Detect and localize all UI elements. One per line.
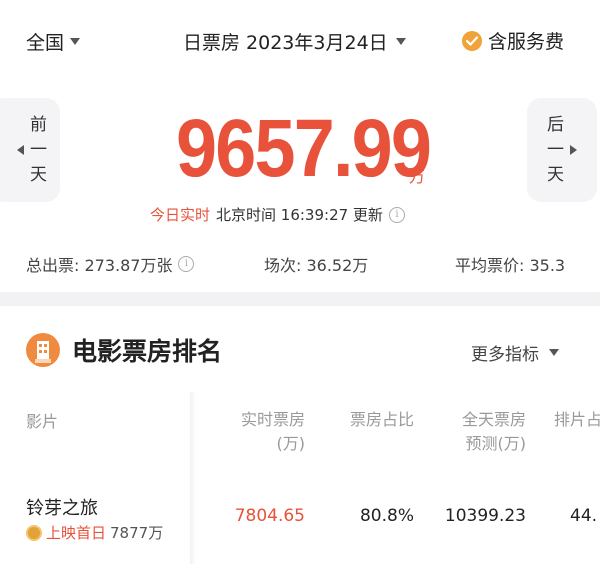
stat-shows: 场次: 36.52万: [264, 256, 369, 275]
info-icon[interactable]: i: [178, 256, 195, 272]
region-selector[interactable]: 全国: [26, 28, 81, 55]
section-divider: [0, 292, 600, 306]
stat-tickets: 总出票: 273.87万张 i: [26, 252, 195, 276]
col-forecast[interactable]: 全天票房 预测(万): [440, 408, 526, 456]
service-fee-toggle[interactable]: 含服务费: [462, 27, 564, 54]
prev-day-label: 前 一 天: [30, 114, 47, 185]
prev-day-button[interactable]: 前 一 天: [0, 98, 60, 202]
cell-forecast: 10399.23: [444, 506, 526, 526]
col-film: 影片: [26, 412, 59, 431]
film-name: 铃芽之旅: [26, 498, 98, 519]
region-dropdown-icon: [70, 38, 81, 45]
total-box-office: 9657.99: [176, 103, 432, 194]
stats-row: 总出票: 273.87万张 i 场次: 36.52万 平均票价: 35.3: [0, 252, 600, 276]
next-day-button[interactable]: 后 一 天: [527, 98, 597, 202]
info-icon[interactable]: i: [388, 206, 405, 223]
update-time: 北京时间 16:39:27 更新: [216, 206, 383, 224]
ranking-title: 电影票房排名: [72, 337, 223, 366]
update-line: 今日实时 北京时间 16:39:27 更新 i: [150, 204, 405, 225]
chevron-down-icon: [549, 349, 559, 356]
more-metrics-button[interactable]: 更多指标: [471, 340, 559, 365]
region-label: 全国: [26, 32, 65, 54]
col-share[interactable]: 票房占比: [334, 408, 414, 432]
chevron-right-icon: [570, 145, 577, 155]
cell-share: 80.8%: [359, 506, 414, 526]
next-day-label: 后 一 天: [547, 114, 564, 185]
table-header: 影片 实时票房 (万) 票房占比 全天票房 预测(万) 排片占: [0, 398, 600, 468]
stat-avg-price: 平均票价: 35.3: [455, 256, 566, 275]
release-badge: 上映首日: [46, 524, 107, 542]
ranking-header: 电影票房排名: [26, 332, 222, 368]
date-label: 日票房 2023年3月24日: [183, 32, 388, 54]
medal-icon: [26, 524, 42, 541]
top-bar: 全国 日票房 2023年3月24日 含服务费: [0, 0, 600, 80]
cell-realtime: 7804.65: [234, 506, 305, 526]
col-schedule[interactable]: 排片占: [554, 408, 600, 432]
col-realtime[interactable]: 实时票房 (万): [225, 408, 305, 456]
ranking-logo-icon: [26, 333, 60, 367]
check-icon: [462, 30, 482, 51]
cumulative-box-office: 7877万: [110, 524, 164, 542]
cell-schedule: 44.: [570, 506, 598, 526]
total-unit: 万: [409, 167, 426, 186]
film-sub: 上映首日 7877万: [26, 522, 163, 543]
realtime-label: 今日实时: [150, 206, 211, 224]
chevron-left-icon: [17, 145, 24, 155]
table-row[interactable]: 铃芽之旅 上映首日 7877万 7804.65 80.8% 10399.23 4…: [0, 488, 600, 558]
service-fee-label: 含服务费: [488, 31, 565, 53]
date-selector[interactable]: 日票房 2023年3月24日: [183, 28, 406, 55]
date-dropdown-icon: [395, 38, 406, 45]
